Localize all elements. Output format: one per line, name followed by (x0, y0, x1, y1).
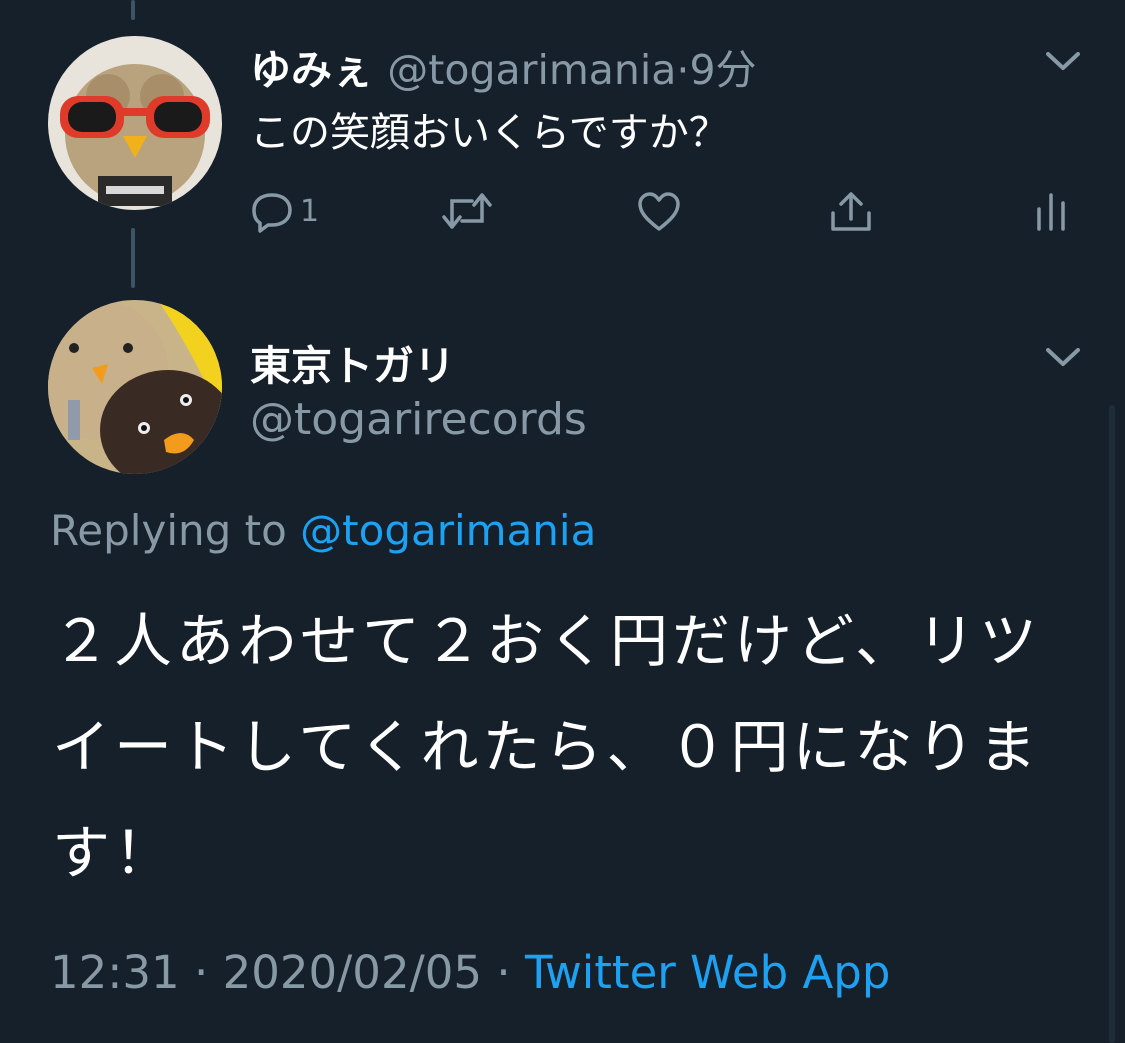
tweet-text: この笑顔おいくらですか？ (250, 110, 729, 156)
share-icon (831, 192, 871, 231)
tweet-time[interactable]: 9分 (689, 46, 756, 94)
thread-line-middle (131, 228, 135, 288)
tweet1-header: ゆみぇ @togarimania·9分 (250, 36, 757, 96)
chevron-down-icon[interactable] (1040, 46, 1086, 76)
like-button[interactable] (636, 186, 682, 236)
tweet-time: 12:31 (50, 946, 180, 999)
user-handle[interactable]: @togarimania (387, 46, 676, 94)
tweet-date: 2020/02/05 (222, 946, 482, 999)
like-icon (638, 192, 680, 231)
separator: · (676, 46, 690, 94)
analytics-button[interactable] (1034, 186, 1068, 236)
chevron-down-icon[interactable] (1040, 342, 1086, 372)
display-name[interactable]: 東京トガリ (250, 332, 455, 392)
separator: · (496, 946, 511, 999)
analytics-icon (1037, 193, 1065, 231)
replying-to-label: Replying to (50, 506, 287, 555)
reply-button[interactable]: 1 (250, 186, 319, 236)
user-handle[interactable]: @togarirecords (250, 394, 587, 445)
retweet-icon (442, 193, 492, 229)
avatar-tokyo-togari[interactable] (48, 300, 222, 474)
tweet-meta: 12:31 · 2020/02/05 · Twitter Web App (50, 946, 890, 999)
replying-to: Replying to @togarimania (50, 506, 596, 555)
scrollbar[interactable] (1109, 405, 1115, 1043)
replying-to-handle[interactable]: @togarimania (300, 506, 596, 555)
avatar-yumie[interactable] (48, 36, 222, 210)
reply-count: 1 (300, 193, 320, 229)
tweet-source-link[interactable]: Twitter Web App (525, 946, 890, 999)
reply-icon (252, 193, 292, 233)
separator: · (194, 946, 209, 999)
tweet-text: ２人あわせて２おく円だけど、リツイートしてくれたら、０円になります！ (52, 607, 1042, 887)
thread-line-top (131, 0, 135, 20)
retweet-button[interactable] (440, 186, 494, 236)
share-button[interactable] (828, 186, 874, 236)
display-name[interactable]: ゆみぇ (250, 46, 373, 94)
